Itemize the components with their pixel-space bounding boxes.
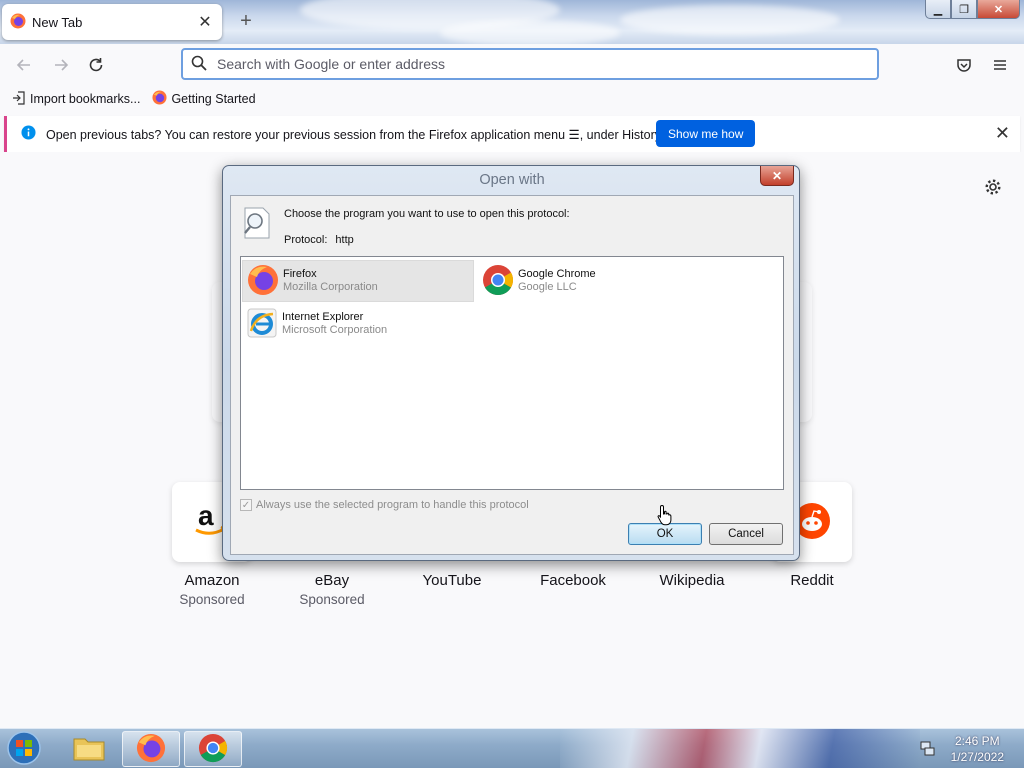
tab-new-tab[interactable]: New Tab ✕ bbox=[2, 4, 222, 40]
app-item-google-chrome[interactable]: Google Chrome Google LLC bbox=[478, 260, 710, 302]
always-use-label: Always use the selected program to handl… bbox=[256, 499, 529, 511]
tab-title: New Tab bbox=[32, 14, 83, 30]
firefox-icon bbox=[152, 90, 167, 108]
taskbar: 2:46 PM 1/27/2022 bbox=[0, 728, 1024, 768]
taskbar-file-explorer[interactable] bbox=[60, 731, 118, 767]
cancel-button[interactable]: Cancel bbox=[709, 523, 783, 545]
protocol-label: Protocol: bbox=[284, 234, 328, 246]
minimize-button[interactable]: ▁ bbox=[925, 0, 951, 19]
notification-message: Open previous tabs? You can restore your… bbox=[46, 127, 664, 142]
hand-cursor-icon bbox=[657, 504, 673, 529]
app-item-internet-explorer[interactable]: Internet Explorer Microsoft Corporation bbox=[242, 303, 474, 345]
app-menu-icon[interactable] bbox=[989, 54, 1011, 76]
firefox-icon bbox=[136, 733, 166, 766]
app-item-firefox[interactable]: Firefox Mozilla Corporation bbox=[242, 260, 474, 302]
tab-close-icon[interactable]: ✕ bbox=[196, 12, 214, 32]
close-icon[interactable]: ✕ bbox=[995, 123, 1010, 144]
restore-button[interactable]: ❐ bbox=[951, 0, 977, 19]
pocket-icon[interactable] bbox=[953, 54, 975, 76]
protocol-line: Protocol: http bbox=[284, 234, 354, 246]
forward-arrow-icon[interactable] bbox=[50, 54, 72, 76]
open-with-dialog: Open with ✕ Choose the program you want … bbox=[222, 165, 800, 561]
folder-icon bbox=[73, 735, 105, 764]
chrome-icon bbox=[198, 733, 228, 766]
top-site-label[interactable]: Amazon bbox=[152, 572, 272, 589]
address-bar[interactable] bbox=[181, 48, 879, 80]
top-site-label[interactable]: Reddit bbox=[752, 572, 872, 589]
application-list: Firefox Mozilla Corporation Google Chrom… bbox=[240, 256, 784, 490]
title-bar: New Tab ✕ + ▁ ❐ ✕ bbox=[0, 0, 1024, 44]
clock-date: 1/27/2022 bbox=[950, 750, 1004, 764]
always-use-option: ✓ Always use the selected program to han… bbox=[240, 499, 529, 511]
top-site-label[interactable]: eBay bbox=[272, 572, 392, 589]
app-name: Firefox bbox=[283, 268, 317, 280]
import-icon bbox=[12, 90, 26, 108]
app-name: Internet Explorer bbox=[282, 311, 364, 323]
new-tab-button[interactable]: + bbox=[236, 10, 256, 33]
window-controls: ▁ ❐ ✕ bbox=[925, 0, 1020, 19]
system-tray: 2:46 PM 1/27/2022 bbox=[919, 729, 1024, 768]
app-company: Mozilla Corporation bbox=[283, 281, 378, 293]
search-icon bbox=[191, 55, 207, 74]
clock[interactable]: 2:46 PM 1/27/2022 bbox=[951, 733, 1004, 765]
bookmark-label: Import bookmarks... bbox=[30, 92, 141, 106]
protocol-value: http bbox=[335, 234, 354, 246]
bookmark-getting-started[interactable]: Getting Started bbox=[152, 90, 256, 108]
internet-explorer-icon bbox=[246, 307, 278, 342]
top-site-label[interactable]: Facebook bbox=[513, 572, 633, 589]
always-use-checkbox[interactable]: ✓ bbox=[240, 499, 252, 511]
bookmark-import[interactable]: Import bookmarks... bbox=[12, 90, 141, 108]
sponsored-label: Sponsored bbox=[179, 592, 245, 607]
firefox-icon bbox=[10, 13, 26, 32]
reload-icon[interactable] bbox=[85, 54, 107, 76]
chrome-icon bbox=[482, 264, 514, 299]
window-close-button[interactable]: ✕ bbox=[977, 0, 1020, 19]
app-company: Google LLC bbox=[518, 281, 577, 293]
show-me-how-button[interactable]: Show me how bbox=[656, 120, 756, 147]
session-restore-notification: Open previous tabs? You can restore your… bbox=[4, 116, 1020, 152]
dialog-body: Choose the program you want to use to op… bbox=[230, 195, 794, 555]
document-search-icon bbox=[241, 206, 273, 243]
windows-logo-icon bbox=[7, 730, 41, 768]
top-site-label[interactable]: Wikipedia bbox=[632, 572, 752, 589]
bookmarks-toolbar: Import bookmarks... Getting Started bbox=[0, 86, 1024, 112]
sponsored-label: Sponsored bbox=[299, 592, 365, 607]
bookmark-label: Getting Started bbox=[171, 92, 256, 106]
taskbar-chrome[interactable] bbox=[184, 731, 242, 767]
taskbar-firefox[interactable] bbox=[122, 731, 180, 767]
top-site-label[interactable]: YouTube bbox=[392, 572, 512, 589]
network-icon[interactable] bbox=[919, 740, 935, 759]
start-button[interactable] bbox=[4, 730, 44, 768]
dialog-prompt: Choose the program you want to use to op… bbox=[284, 208, 570, 220]
address-input[interactable] bbox=[215, 55, 815, 73]
app-name: Google Chrome bbox=[518, 268, 596, 280]
wallpaper-strip bbox=[560, 729, 920, 768]
svg-text:a: a bbox=[198, 503, 214, 531]
app-company: Microsoft Corporation bbox=[282, 324, 388, 336]
back-arrow-icon[interactable] bbox=[13, 54, 35, 76]
gear-icon[interactable] bbox=[984, 178, 1002, 199]
firefox-icon bbox=[247, 264, 279, 299]
dialog-title: Open with bbox=[479, 172, 545, 188]
info-icon bbox=[21, 125, 36, 143]
navigation-toolbar bbox=[0, 44, 1024, 86]
dialog-close-button[interactable]: ✕ bbox=[760, 166, 794, 186]
clock-time: 2:46 PM bbox=[954, 734, 1000, 748]
